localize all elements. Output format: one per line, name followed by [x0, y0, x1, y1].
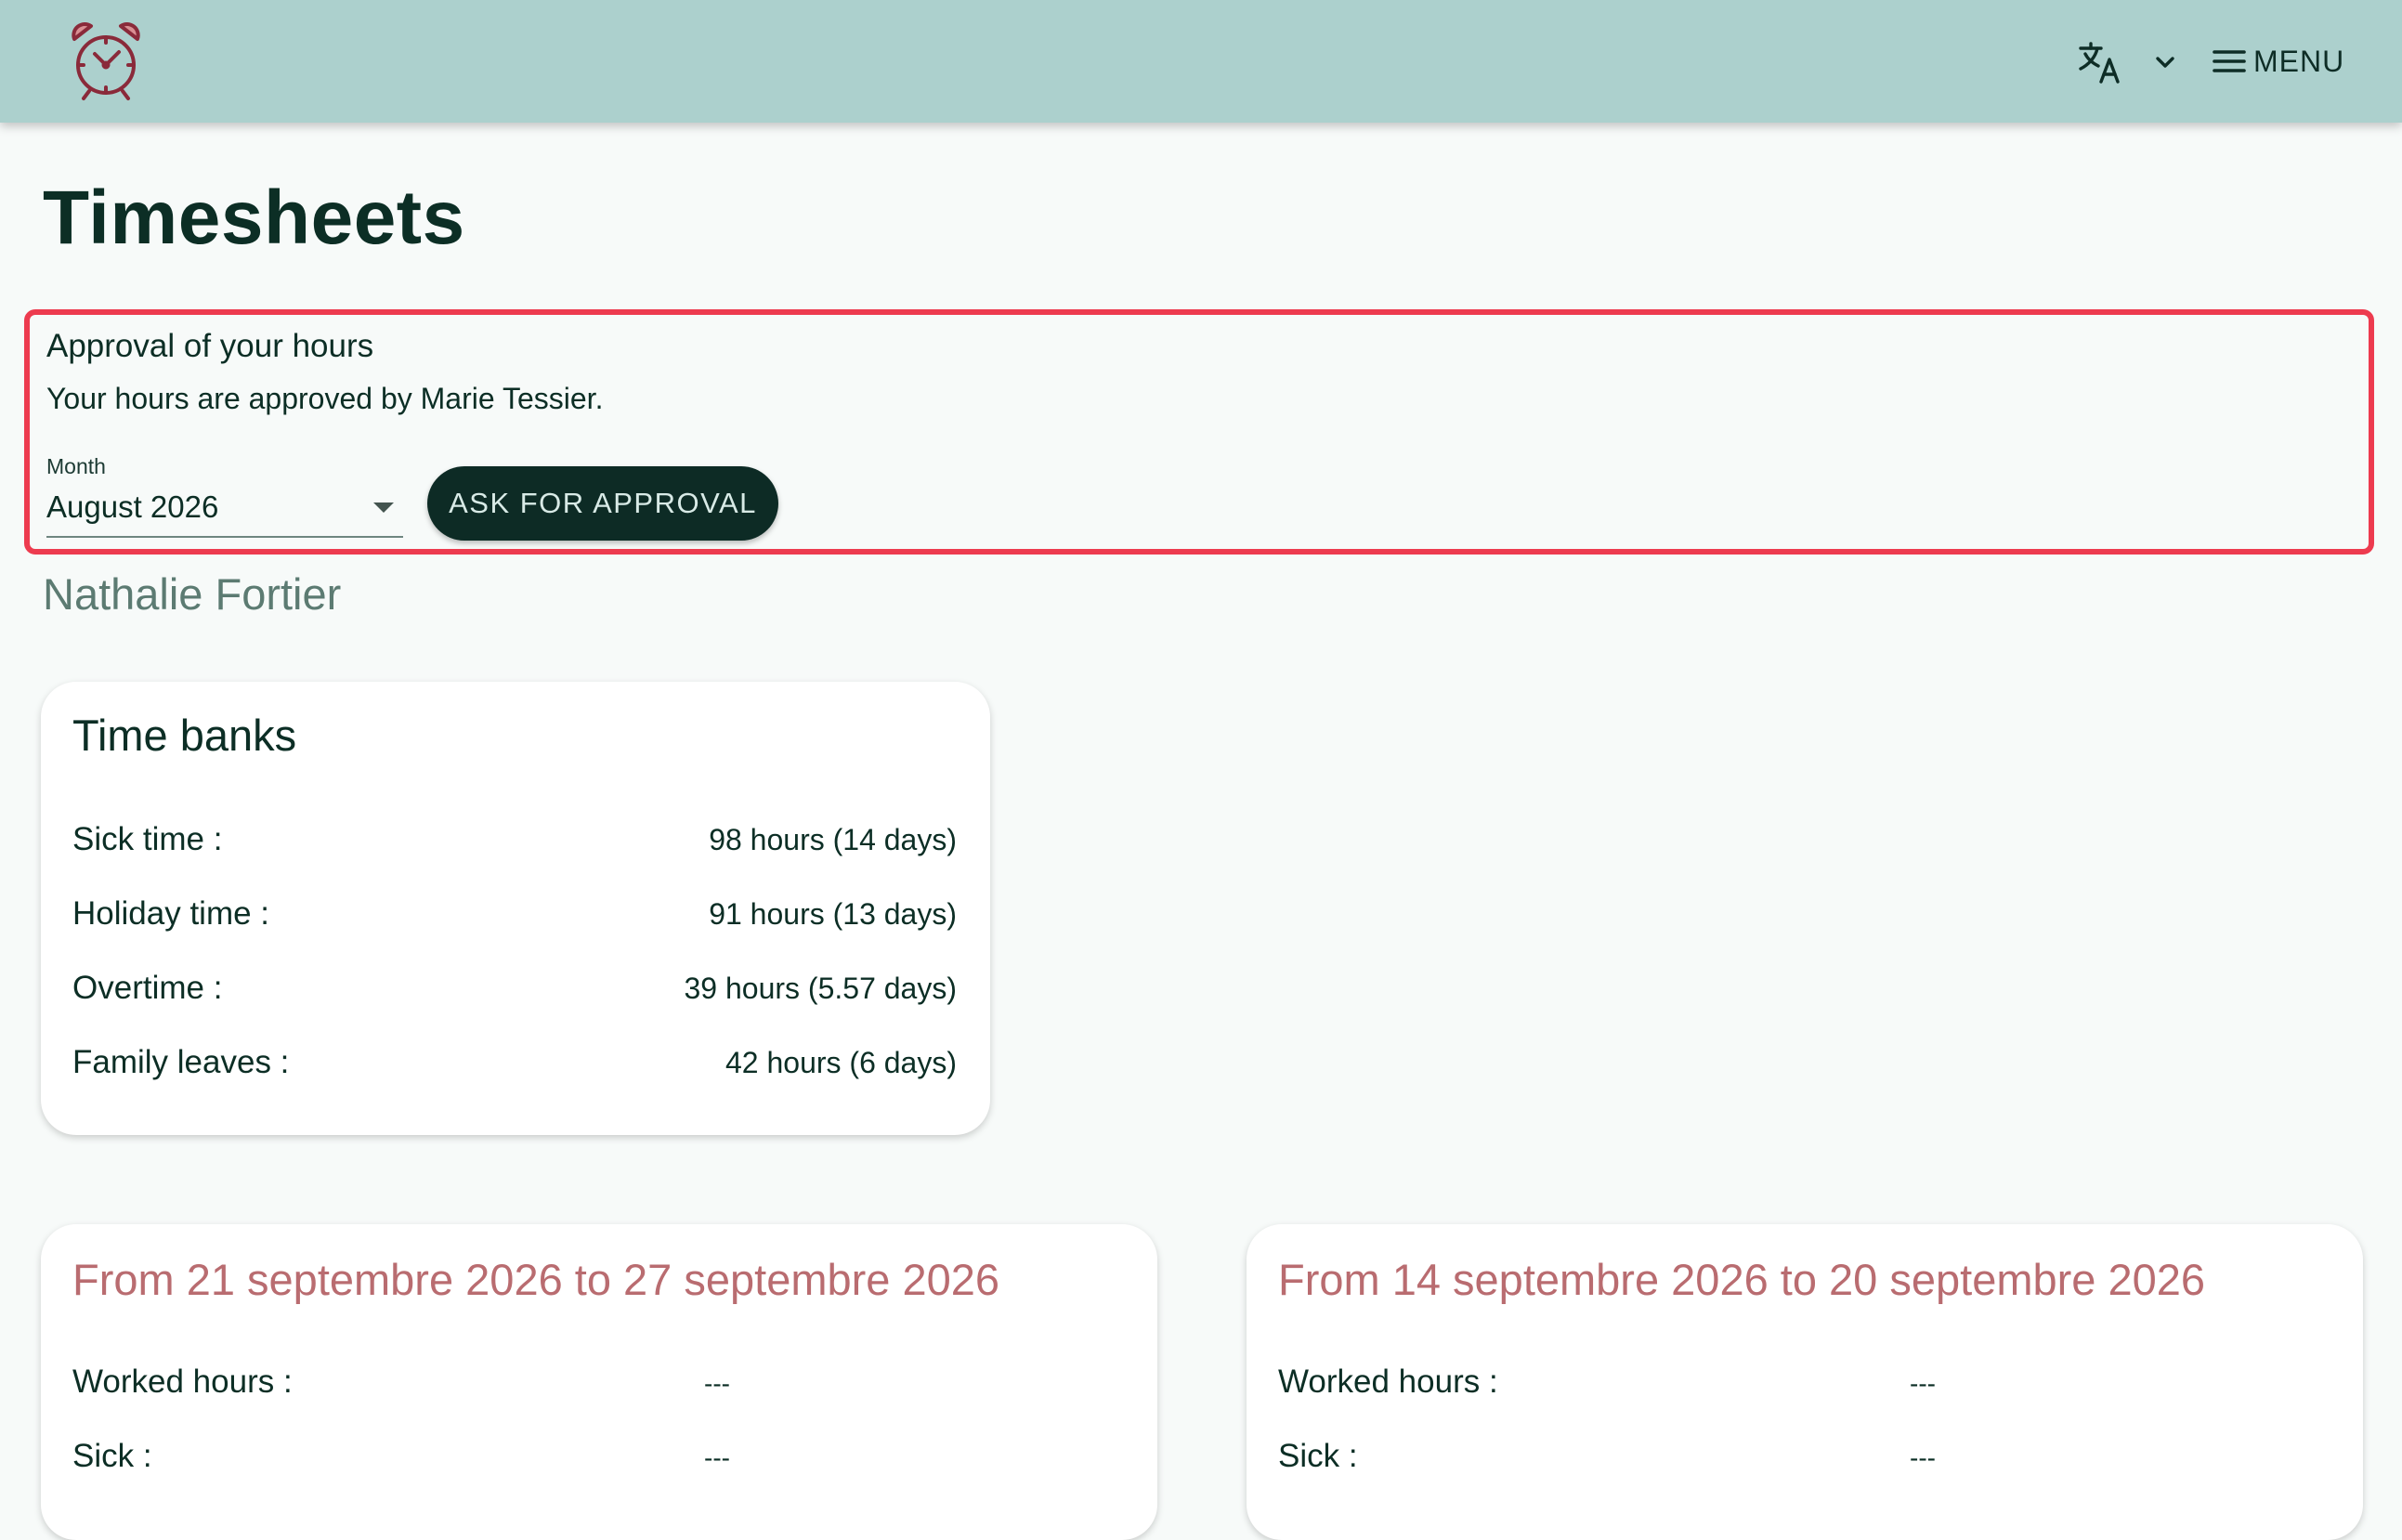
time-bank-label: Sick time :: [72, 821, 223, 857]
month-label: Month: [46, 454, 106, 478]
week-card: From 21 septembre 2026 to 27 septembre 2…: [41, 1224, 1157, 1540]
hamburger-icon: [2211, 43, 2248, 80]
time-banks-title: Time banks: [72, 711, 297, 760]
week-row-sick: Sick : ---: [72, 1438, 1094, 1484]
alarm-clock-icon[interactable]: [69, 19, 143, 102]
month-value: August 2026: [46, 489, 219, 524]
time-bank-value: 98 hours (14 days): [709, 823, 957, 856]
employee-name: Nathalie Fortier: [43, 569, 342, 619]
week-row-worked-hours: Worked hours : ---: [1278, 1364, 2300, 1410]
week-row-label: Worked hours :: [1278, 1364, 1498, 1400]
translate-icon: [2077, 39, 2123, 85]
week-card: From 14 septembre 2026 to 20 septembre 2…: [1247, 1224, 2363, 1540]
approval-status-text: Your hours are approved by Marie Tessier…: [46, 382, 604, 415]
time-bank-value: 39 hours (5.57 days): [684, 972, 958, 1005]
time-bank-value: 91 hours (13 days): [709, 897, 957, 931]
week-row-label: Sick :: [72, 1438, 152, 1474]
menu-label: MENU: [2253, 44, 2345, 78]
week-row-sick: Sick : ---: [1278, 1438, 2300, 1484]
week-title: From 14 septembre 2026 to 20 septembre 2…: [1278, 1255, 2206, 1304]
language-selector[interactable]: [2069, 37, 2185, 85]
time-bank-value: 42 hours (6 days): [725, 1046, 957, 1079]
approval-section: Approval of your hours Your hours are ap…: [24, 309, 2374, 555]
time-bank-row-sick: Sick time : 98 hours (14 days): [72, 821, 957, 868]
time-bank-row-family-leaves: Family leaves : 42 hours (6 days): [72, 1044, 957, 1090]
menu-button[interactable]: MENU: [2211, 37, 2344, 85]
week-row-label: Sick :: [1278, 1438, 1358, 1474]
time-bank-label: Holiday time :: [72, 895, 270, 932]
week-row-value: ---: [1910, 1369, 1936, 1398]
page-title: Timesheets: [43, 176, 465, 260]
chevron-down-icon: [2151, 48, 2179, 76]
week-title: From 21 septembre 2026 to 27 septembre 2…: [72, 1255, 1000, 1304]
time-banks-card: Time banks Sick time : 98 hours (14 days…: [41, 682, 990, 1135]
week-row-value: ---: [704, 1369, 730, 1398]
time-bank-row-holiday: Holiday time : 91 hours (13 days): [72, 895, 957, 942]
time-bank-label: Overtime :: [72, 970, 223, 1006]
approval-title: Approval of your hours: [46, 328, 374, 364]
month-select[interactable]: August 2026: [46, 486, 403, 538]
app-bar: MENU: [0, 0, 2402, 123]
week-row-value: ---: [1910, 1443, 1936, 1472]
time-bank-row-overtime: Overtime : 39 hours (5.57 days): [72, 970, 957, 1016]
week-row-value: ---: [704, 1443, 730, 1472]
caret-down-icon: [373, 502, 394, 513]
time-bank-label: Family leaves :: [72, 1044, 290, 1080]
week-row-worked-hours: Worked hours : ---: [72, 1364, 1094, 1410]
week-row-label: Worked hours :: [72, 1364, 293, 1400]
ask-for-approval-button[interactable]: ASK FOR APPROVAL: [427, 466, 778, 541]
